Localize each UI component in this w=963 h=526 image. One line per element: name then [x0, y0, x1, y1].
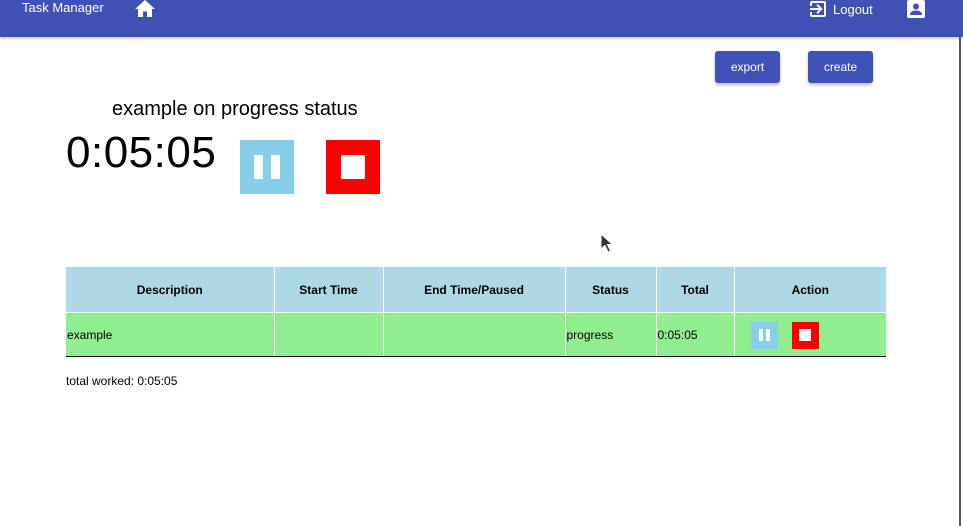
pause-timer-button[interactable] [240, 140, 294, 194]
row-pause-button[interactable] [750, 322, 778, 349]
column-header-action: Action [734, 267, 886, 313]
cell-description: example [66, 312, 275, 357]
cell-end-time [383, 312, 566, 357]
stop-icon [341, 155, 365, 179]
window-edge [959, 37, 961, 526]
row-stop-button[interactable] [791, 322, 819, 349]
column-header-end-time: End Time/Paused [383, 267, 566, 313]
cell-action [734, 312, 886, 357]
stop-icon [798, 329, 811, 341]
column-header-total: Total [656, 267, 735, 313]
tasks-table: Description Start Time End Time/Paused S… [66, 267, 886, 357]
logout-icon [810, 1, 826, 17]
logout-label: Logout [833, 1, 873, 17]
column-header-start-time: Start Time [274, 267, 384, 313]
app-bar: Task Manager Logout [0, 0, 963, 37]
mouse-cursor-icon [600, 233, 614, 253]
total-worked-summary: total worked: 0:05:05 [66, 374, 178, 388]
stop-timer-button[interactable] [326, 140, 380, 194]
timer-display: 0:05:05 [66, 128, 217, 177]
create-button[interactable]: create [808, 51, 873, 83]
current-task-heading: example on progress status [112, 98, 358, 120]
home-icon [135, 0, 155, 17]
account-button[interactable] [905, 0, 927, 20]
account-icon [907, 0, 925, 18]
table-header-row: Description Start Time End Time/Paused S… [66, 267, 886, 313]
logout-button[interactable]: Logout [808, 0, 873, 19]
cell-total: 0:05:05 [656, 312, 735, 357]
table-row: example progress 0:05:05 [66, 312, 886, 357]
column-header-status: Status [565, 267, 657, 313]
column-header-description: Description [66, 267, 275, 313]
app-title[interactable]: Task Manager [22, 0, 104, 16]
cell-start-time [274, 312, 384, 357]
home-button[interactable] [134, 0, 156, 18]
export-button[interactable]: export [715, 51, 780, 83]
cell-status: progress [565, 312, 657, 357]
